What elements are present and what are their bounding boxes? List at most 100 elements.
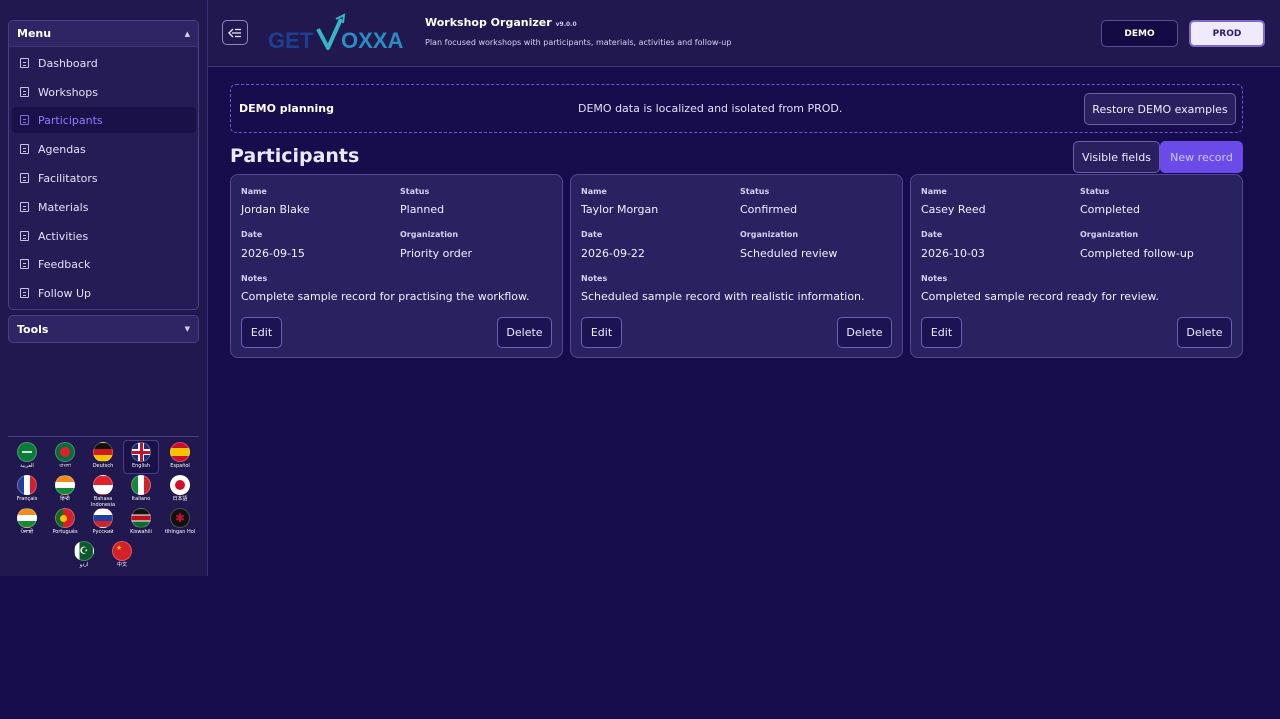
status-label: Status [400, 187, 430, 196]
banner-message: DEMO data is localized and isolated from… [578, 102, 843, 115]
language-german[interactable]: Deutsch [85, 442, 121, 476]
language-portuguese[interactable]: Português [47, 508, 83, 542]
sidebar-item-label: Dashboard [38, 56, 98, 70]
language-label: বাংলা [59, 463, 71, 469]
new-record-button[interactable]: New record [1160, 141, 1243, 173]
edit-button[interactable]: Edit [921, 317, 962, 348]
language-english[interactable]: English [123, 440, 159, 474]
language-label: Deutsch [92, 463, 114, 469]
sidebar-item-follow-up[interactable]: Follow Up [12, 280, 196, 306]
india-flag-icon [17, 508, 37, 528]
tools-toggle[interactable]: Tools ▼ [8, 315, 199, 343]
header: GET OXXA Workshop Organizer v9.0.0 Plan f… [208, 0, 1280, 67]
sidebar-item-label: Follow Up [38, 286, 92, 300]
language-label: हिन्दी [60, 496, 70, 502]
sidebar: Menu ▲ Dashboard Workshops Participants … [0, 0, 208, 576]
sidebar-item-dashboard[interactable]: Dashboard [12, 50, 196, 76]
name-label: Name [581, 187, 607, 196]
demo-button[interactable]: DEMO [1101, 20, 1178, 47]
sidebar-item-label: Feedback [38, 257, 91, 271]
sidebar-item-workshops[interactable]: Workshops [12, 79, 196, 105]
russia-flag-icon [93, 508, 113, 528]
list-icon [20, 231, 29, 241]
language-label: اردو [79, 562, 89, 568]
language-indonesian[interactable]: Bahasa Indonesia [85, 475, 121, 509]
status-label: Status [740, 187, 770, 196]
language-hindi[interactable]: हिन्दी [47, 475, 83, 509]
prod-button[interactable]: PROD [1189, 20, 1265, 47]
status-label: Status [1080, 187, 1110, 196]
language-label: 日本語 [172, 496, 188, 502]
app-title: Workshop Organizer v9.0.0 [425, 16, 577, 29]
edit-button[interactable]: Edit [241, 317, 282, 348]
status-value: Completed [1080, 203, 1140, 216]
collapse-sidebar-button[interactable] [222, 20, 248, 45]
name-label: Name [241, 187, 267, 196]
klingon-emblem-icon: ✱ [170, 508, 190, 528]
organization-value: Scheduled review [740, 247, 838, 260]
portugal-flag-icon [55, 508, 75, 528]
language-bengali[interactable]: বাংলা [47, 442, 83, 476]
sidebar-item-facilitators[interactable]: Facilitators [12, 165, 196, 191]
sidebar-item-label: Materials [38, 200, 89, 214]
record-card: Name Jordan Blake Status Planned Date 20… [230, 174, 563, 358]
language-label: Français [16, 496, 38, 502]
notes-value: Scheduled sample record with realistic i… [581, 290, 865, 303]
restore-demo-button[interactable]: Restore DEMO examples [1084, 93, 1236, 125]
date-label: Date [241, 230, 263, 239]
visible-fields-button[interactable]: Visible fields [1073, 141, 1160, 173]
language-spanish[interactable]: Español [162, 442, 198, 476]
status-value: Confirmed [740, 203, 798, 216]
language-urdu[interactable]: ☪ اردو [66, 541, 102, 575]
language-label: Русский [92, 529, 114, 535]
notes-label: Notes [581, 274, 608, 283]
language-label: tlhIngan Hol [164, 529, 196, 535]
app-description: Plan focused workshops with participants… [425, 38, 732, 47]
name-value: Casey Reed [921, 203, 986, 216]
sidebar-item-materials[interactable]: Materials [12, 194, 196, 220]
notes-label: Notes [241, 274, 268, 283]
organization-value: Completed follow-up [1080, 247, 1194, 260]
sidebar-item-activities[interactable]: Activities [12, 223, 196, 249]
india-flag-icon [55, 475, 75, 495]
notes-label: Notes [921, 274, 948, 283]
delete-button[interactable]: Delete [497, 317, 552, 348]
organization-label: Organization [1080, 230, 1139, 239]
menu-title: Menu [17, 27, 52, 40]
organization-label: Organization [400, 230, 459, 239]
sidebar-item-feedback[interactable]: Feedback [12, 251, 196, 277]
page-title: Participants [230, 145, 360, 167]
language-label: Español [170, 463, 190, 469]
language-punjabi[interactable]: ਪੰਜਾਬੀ [9, 508, 45, 542]
language-japanese[interactable]: 日本語 [162, 475, 198, 509]
menu-panel: Menu ▲ Dashboard Workshops Participants … [8, 20, 199, 310]
list-icon [20, 58, 29, 68]
language-arabic[interactable]: العربية [9, 442, 45, 476]
sidebar-item-participants[interactable]: Participants [12, 107, 196, 133]
language-french[interactable]: Français [9, 475, 45, 509]
menu-header[interactable]: Menu ▲ [9, 21, 198, 47]
edit-button[interactable]: Edit [581, 317, 622, 348]
language-russian[interactable]: Русский [85, 508, 121, 542]
date-label: Date [921, 230, 943, 239]
language-italian[interactable]: Italiano [123, 475, 159, 509]
language-swahili[interactable]: Kiswahili [123, 508, 159, 542]
sidebar-item-label: Facilitators [38, 171, 98, 185]
delete-button[interactable]: Delete [1177, 317, 1232, 348]
notes-value: Completed sample record ready for review… [921, 290, 1159, 303]
sidebar-item-label: Participants [38, 113, 103, 127]
list-icon [20, 173, 29, 183]
delete-button[interactable]: Delete [837, 317, 892, 348]
status-value: Planned [400, 203, 445, 216]
language-chinese[interactable]: ★ 中文 [104, 541, 140, 575]
name-value: Jordan Blake [241, 203, 310, 216]
logo-text-right: OXXA [341, 28, 403, 53]
list-icon [20, 87, 29, 97]
list-icon [20, 115, 29, 125]
sidebar-item-agendas[interactable]: Agendas [12, 136, 196, 162]
language-label: Bahasa Indonesia [90, 496, 116, 508]
name-label: Name [921, 187, 947, 196]
caret-up-icon: ▲ [184, 29, 190, 38]
language-klingon[interactable]: ✱ tlhIngan Hol [162, 508, 198, 542]
list-icon [20, 259, 29, 269]
